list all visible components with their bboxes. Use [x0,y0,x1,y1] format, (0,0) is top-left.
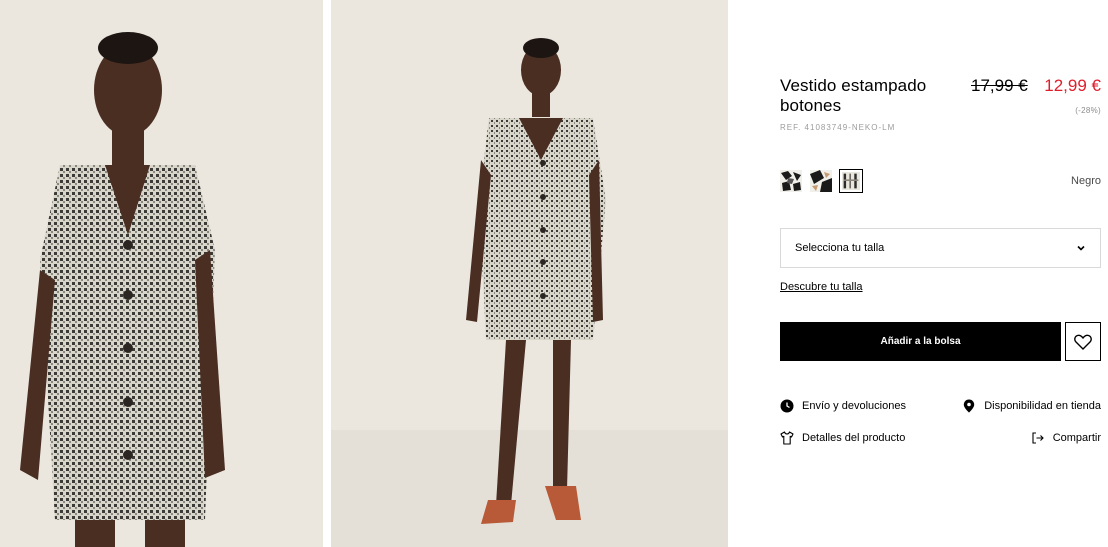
share-icon [1032,432,1044,444]
product-info-panel: Vestido estampado botones 17,99 € 12,99 … [780,0,1102,547]
chevron-down-icon [1077,245,1085,251]
swatch-pattern-icon [780,170,802,192]
share-label: Compartir [1052,432,1101,444]
product-photo-front[interactable] [0,0,323,547]
swatch-pattern-icon [810,170,832,192]
size-guide-link[interactable]: Descubre tu talla [780,281,863,293]
size-select[interactable]: Selecciona tu talla [780,228,1101,268]
add-to-bag-button[interactable]: Añadir a la bolsa [780,322,1061,361]
tshirt-icon [780,431,794,445]
color-swatches [780,169,863,193]
share-link[interactable]: Compartir [1031,431,1101,445]
heart-icon [1074,334,1092,350]
swatch-pattern-icon [842,172,860,190]
store-availability-label: Disponibilidad en tienda [984,400,1101,412]
price-original: 17,99 € [971,76,1028,95]
price-sale: 12,99 € [1044,76,1101,95]
location-pin-icon [963,399,975,413]
store-availability-link[interactable]: Disponibilidad en tienda [962,399,1101,413]
product-details-link[interactable]: Detalles del producto [780,431,905,445]
product-ref: REF. 41083749-NEKO-LM [780,123,896,132]
discount-badge: (-28%) [1075,106,1101,115]
color-swatch-1[interactable] [780,170,802,192]
favorite-button[interactable] [1065,322,1101,361]
shipping-returns-label: Envío y devoluciones [802,400,906,412]
selected-color-name: Negro [1071,175,1101,187]
product-photo-full[interactable] [331,0,728,547]
color-swatch-3-selected[interactable] [839,169,863,193]
product-title: Vestido estampado botones [780,76,927,115]
shipping-returns-link[interactable]: Envío y devoluciones [780,399,906,413]
color-swatch-2[interactable] [810,170,832,192]
product-details-label: Detalles del producto [802,432,906,444]
size-select-placeholder: Selecciona tu talla [795,242,885,254]
product-page: Vestido estampado botones 17,99 € 12,99 … [0,0,1108,547]
clock-icon [780,399,794,413]
